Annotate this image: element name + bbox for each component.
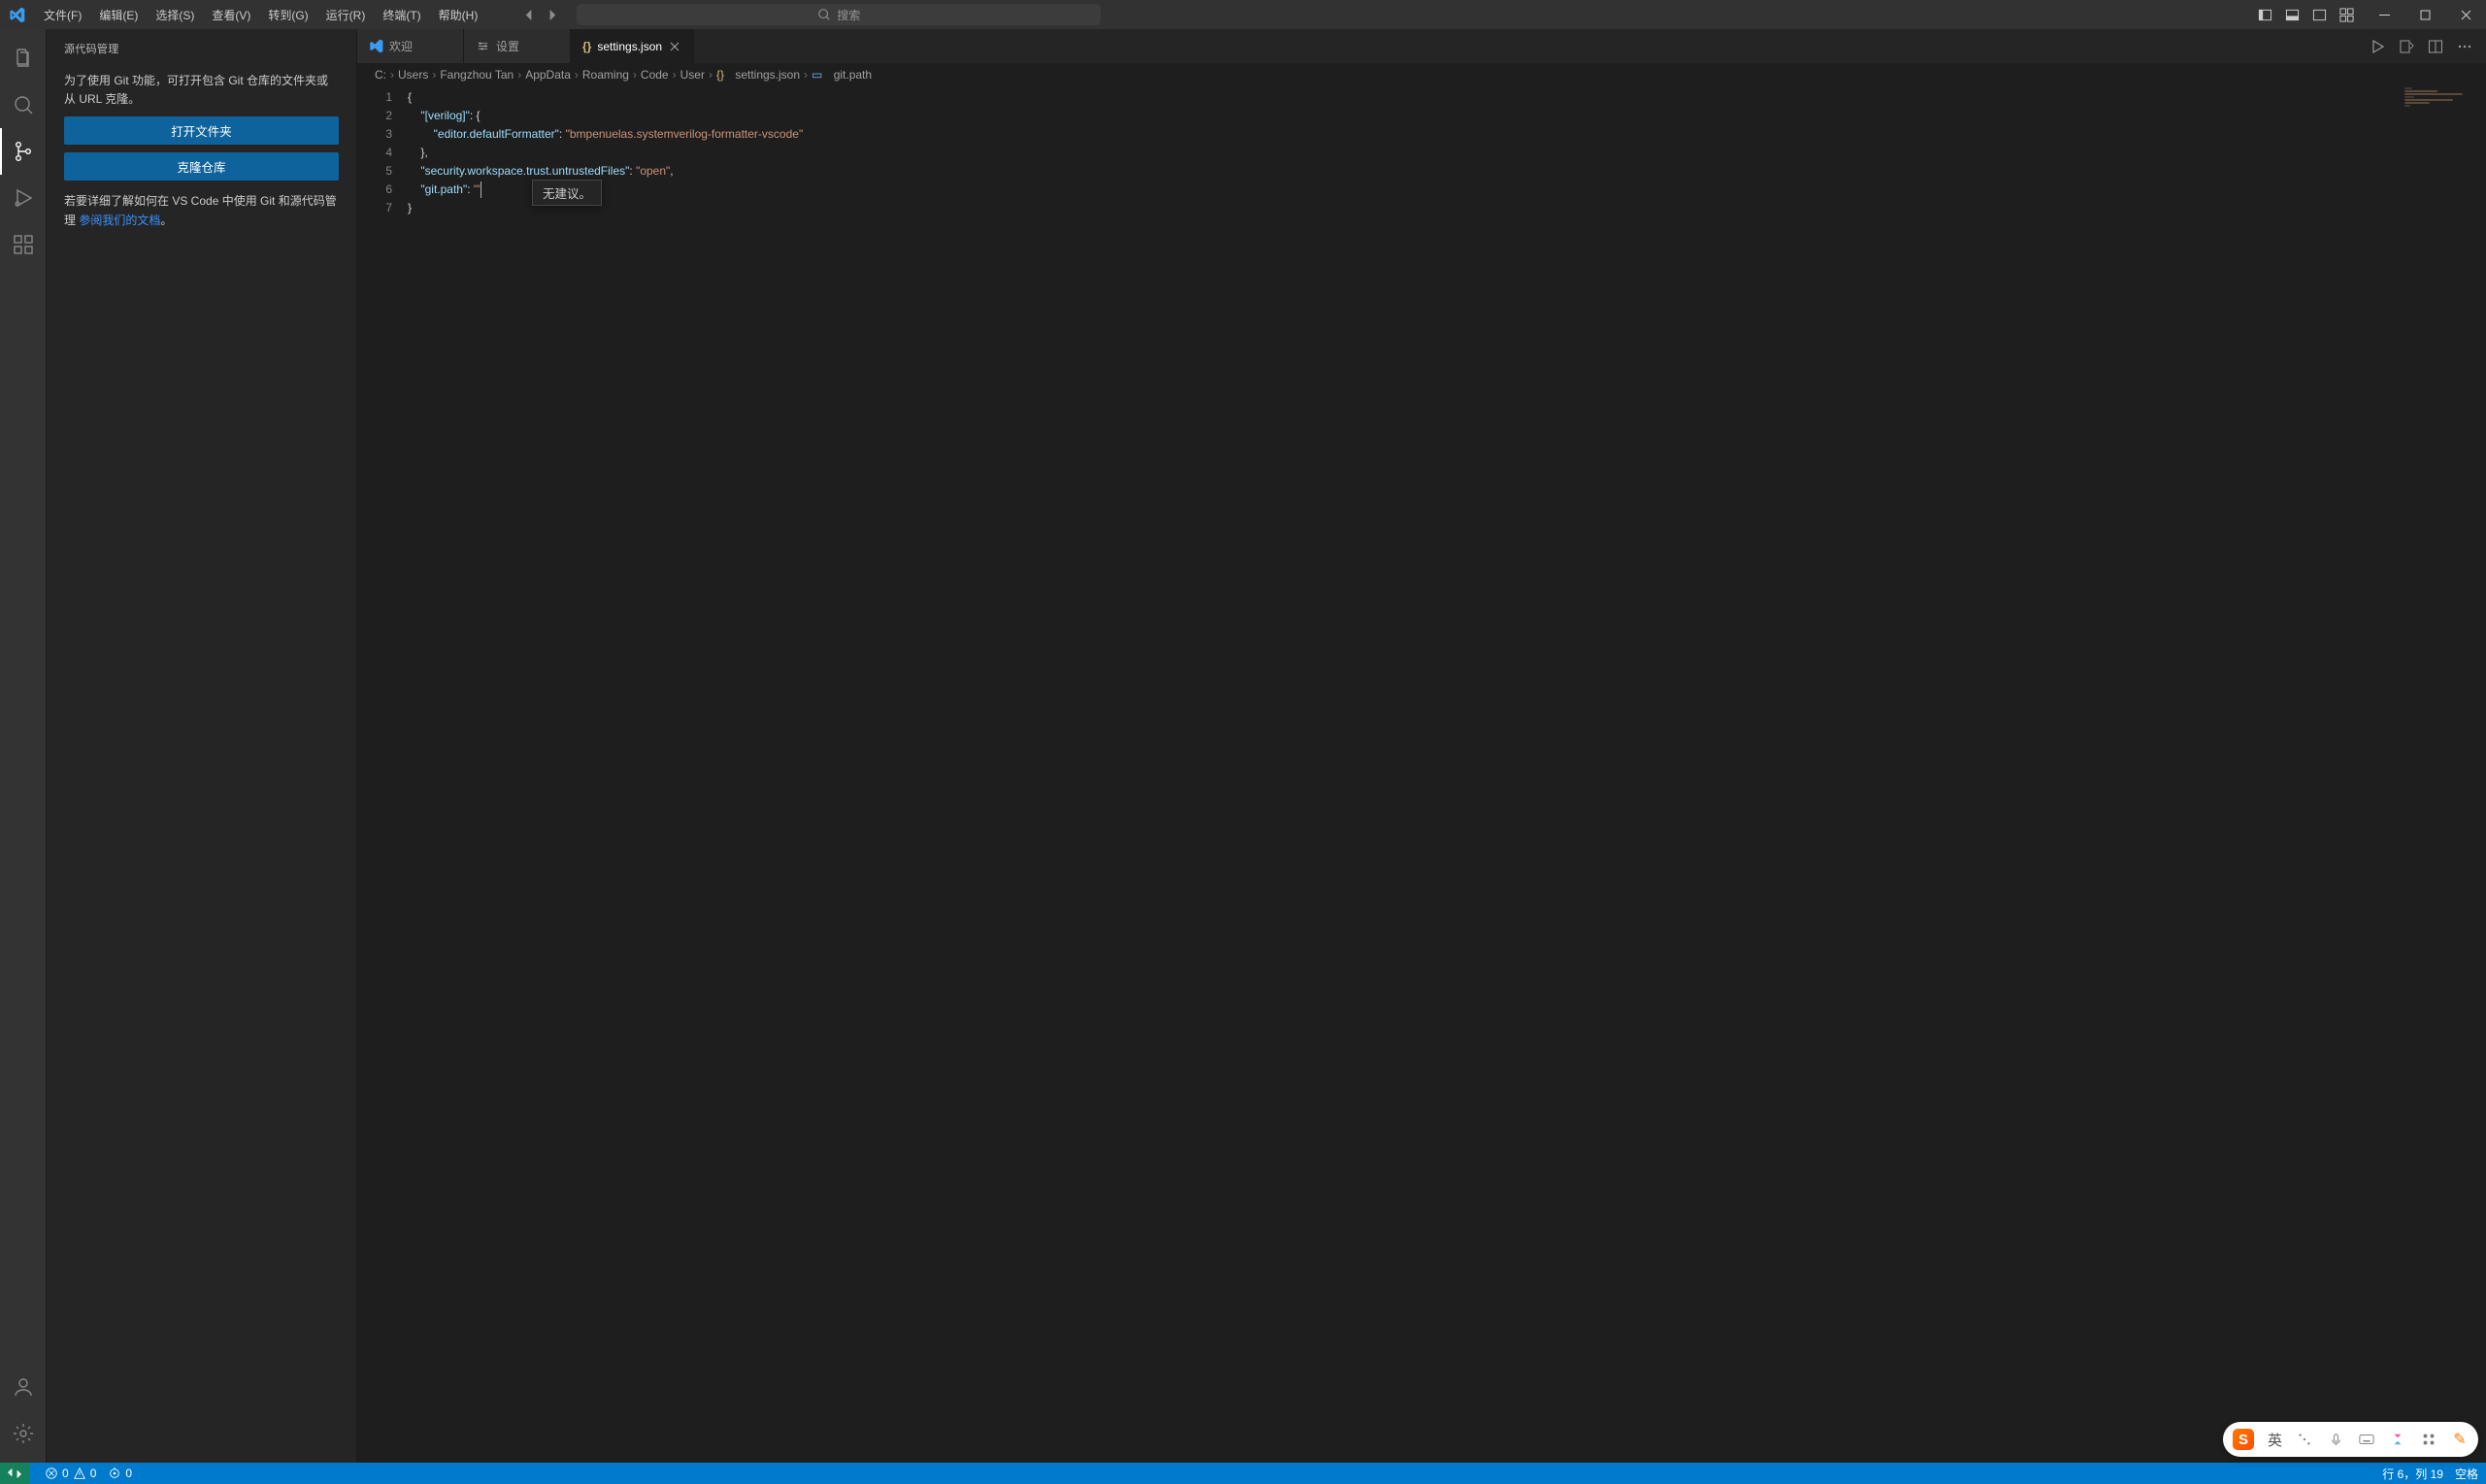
tab-settings-label: 设置 <box>496 38 519 54</box>
ime-emoji-icon[interactable] <box>2389 1431 2406 1448</box>
status-ports[interactable]: 0 <box>108 1467 132 1480</box>
nav-back-icon[interactable] <box>522 8 537 22</box>
line-5-val: "open" <box>636 164 670 178</box>
menu-go[interactable]: 转到(G) <box>260 3 315 27</box>
ime-toolbar[interactable]: S 英 ✎ <box>2223 1422 2478 1457</box>
sidebar-title: 源代码管理 <box>47 29 356 62</box>
minimize-icon[interactable] <box>2364 0 2404 29</box>
editor-tabs: 欢迎 设置 {} settings.json <box>357 29 2486 63</box>
sidebar-docs-link[interactable]: 参阅我们的文档 <box>79 214 160 227</box>
activity-account-icon[interactable] <box>0 1364 47 1410</box>
ime-more-icon[interactable] <box>2296 1431 2313 1448</box>
sidebar-intro: 为了使用 Git 功能，可打开包含 Git 仓库的文件夹或从 URL 克隆。 <box>64 72 339 109</box>
crumb-drive[interactable]: C: <box>375 68 386 82</box>
crumb-appdata[interactable]: AppData <box>525 68 571 82</box>
nav-buttons <box>522 8 559 22</box>
crumb-code[interactable]: Code <box>641 68 669 82</box>
activity-search-icon[interactable] <box>0 82 47 128</box>
line-2-rest: : { <box>470 109 481 122</box>
status-warning-count: 0 <box>90 1467 97 1480</box>
tab-settings-json[interactable]: {} settings.json <box>571 29 694 63</box>
tab-file-label: settings.json <box>597 40 662 53</box>
crumb-file[interactable]: {} settings.json <box>716 68 800 82</box>
menu-selection[interactable]: 选择(S) <box>148 3 202 27</box>
more-actions-icon[interactable] <box>2457 39 2472 54</box>
remote-indicator[interactable] <box>0 1463 29 1484</box>
status-bar: 0 0 0 行 6，列 19 空格 <box>0 1463 2486 1484</box>
crumb-symbol[interactable]: ▭ git.path <box>812 68 872 82</box>
line-6-key: "git.path" <box>420 182 467 196</box>
minimap[interactable] <box>2401 86 2486 1463</box>
menu-view[interactable]: 查看(V) <box>204 3 258 27</box>
status-port-count: 0 <box>125 1467 132 1480</box>
activity-bar <box>0 29 47 1463</box>
toggle-panel-icon[interactable] <box>2280 3 2304 26</box>
tab-welcome[interactable]: 欢迎 <box>357 29 464 63</box>
app-logo-icon <box>0 7 34 23</box>
line-3-key: "editor.defaultFormatter" <box>434 127 559 141</box>
ime-keyboard-icon[interactable] <box>2358 1431 2375 1448</box>
editor-group: 欢迎 设置 {} settings.json C:› Users› Fangz <box>357 29 2486 1463</box>
open-folder-button[interactable]: 打开文件夹 <box>64 116 339 145</box>
crumb-users[interactable]: Users <box>398 68 428 82</box>
split-editor-icon[interactable] <box>2428 39 2443 54</box>
menu-run[interactable]: 运行(R) <box>318 3 374 27</box>
line-3-val: "bmpenuelas.systemverilog-formatter-vsco… <box>566 127 804 141</box>
crumb-user[interactable]: Fangzhou Tan <box>440 68 514 82</box>
source-control-sidebar: 源代码管理 为了使用 Git 功能，可打开包含 Git 仓库的文件夹或从 URL… <box>47 29 357 1463</box>
open-changes-icon[interactable] <box>2399 39 2414 54</box>
ime-voice-icon[interactable] <box>2327 1431 2344 1448</box>
tab-close-icon[interactable] <box>668 40 681 53</box>
status-error-count: 0 <box>62 1467 69 1480</box>
code-content[interactable]: { "[verilog]": { "editor.defaultFormatte… <box>408 86 2486 1463</box>
menu-bar: 文件(F) 编辑(E) 选择(S) 查看(V) 转到(G) 运行(R) 终端(T… <box>34 3 485 27</box>
search-placeholder: 搜索 <box>837 7 860 23</box>
menu-file[interactable]: 文件(F) <box>36 3 89 27</box>
line-numbers: 1234567 <box>357 86 408 1463</box>
suggest-widget[interactable]: 无建议。 <box>532 180 602 206</box>
menu-terminal[interactable]: 终端(T) <box>375 3 428 27</box>
menu-help[interactable]: 帮助(H) <box>431 3 486 27</box>
ime-grid-icon[interactable] <box>2420 1431 2437 1448</box>
menu-edit[interactable]: 编辑(E) <box>91 3 146 27</box>
close-icon[interactable] <box>2445 0 2486 29</box>
crumb-userdir[interactable]: User <box>680 68 705 82</box>
line-7: } <box>408 201 412 214</box>
line-4: }, <box>420 146 427 159</box>
sidebar-help-suffix: 。 <box>160 214 172 227</box>
breadcrumbs[interactable]: C:› Users› Fangzhou Tan› AppData› Roamin… <box>357 63 2486 86</box>
activity-explorer-icon[interactable] <box>0 35 47 82</box>
editor-actions <box>2370 29 2486 63</box>
tab-welcome-label: 欢迎 <box>389 38 413 54</box>
tab-settings[interactable]: 设置 <box>464 29 571 63</box>
clone-repo-button[interactable]: 克隆仓库 <box>64 152 339 181</box>
nav-forward-icon[interactable] <box>545 8 559 22</box>
run-file-icon[interactable] <box>2370 39 2385 54</box>
ime-logo-icon[interactable]: S <box>2233 1429 2254 1450</box>
toggle-secondary-sidebar-icon[interactable] <box>2307 3 2331 26</box>
line-2-key: "[verilog]" <box>420 109 470 122</box>
crumb-roaming[interactable]: Roaming <box>582 68 629 82</box>
activity-extensions-icon[interactable] <box>0 221 47 268</box>
maximize-icon[interactable] <box>2404 0 2445 29</box>
activity-source-control-icon[interactable] <box>0 128 47 175</box>
line-5-key: "security.workspace.trust.untrustedFiles… <box>420 164 629 178</box>
window-controls <box>2364 0 2486 29</box>
activity-settings-gear-icon[interactable] <box>0 1410 47 1457</box>
code-editor[interactable]: 1234567 { "[verilog]": { "editor.default… <box>357 86 2486 1463</box>
title-bar: 文件(F) 编辑(E) 选择(S) 查看(V) 转到(G) 运行(R) 终端(T… <box>0 0 2486 29</box>
status-indentation[interactable]: 空格 <box>2455 1466 2478 1482</box>
ime-lang[interactable]: 英 <box>2268 1430 2282 1450</box>
status-cursor-position[interactable]: 行 6，列 19 <box>2382 1466 2443 1482</box>
status-problems[interactable]: 0 0 <box>45 1467 96 1480</box>
layout-controls <box>2253 3 2364 26</box>
command-center-search[interactable]: 搜索 <box>577 4 1101 25</box>
line-1: { <box>408 90 412 104</box>
activity-run-debug-icon[interactable] <box>0 175 47 221</box>
ime-skin-icon[interactable]: ✎ <box>2451 1431 2469 1448</box>
toggle-primary-sidebar-icon[interactable] <box>2253 3 2276 26</box>
customize-layout-icon[interactable] <box>2335 3 2358 26</box>
